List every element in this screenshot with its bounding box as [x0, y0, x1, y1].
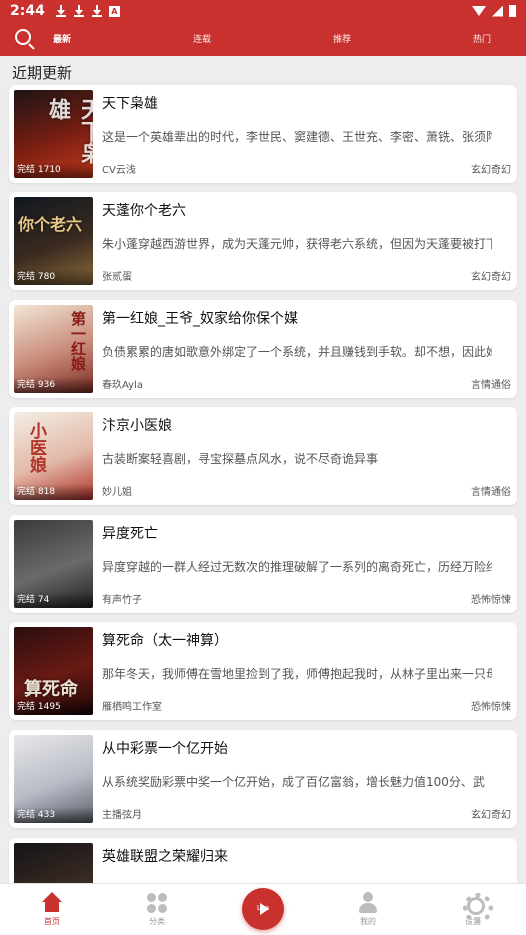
play-icon	[260, 903, 269, 915]
book-author: 妙儿姐	[102, 487, 132, 498]
book-card[interactable]: 天下枭雄 完结 1710 天下枭雄 这是一个英雄辈出的时代，李世民、窦建德、王世…	[9, 85, 517, 183]
tab-settings[interactable]: 设置	[443, 892, 503, 927]
book-genre: 言情通俗	[471, 380, 511, 391]
book-author: CV云浅	[102, 165, 136, 176]
book-description: 古装断案轻喜剧，寻宝探墓点风水，说不尽奇诡异事	[102, 452, 379, 466]
book-author: 春玖Ayla	[102, 380, 143, 391]
book-title: 异度死亡	[102, 526, 158, 542]
book-genre: 言情通俗	[471, 487, 511, 498]
notification-a-icon: A	[108, 5, 120, 17]
status-bar: 2:44 A	[0, 0, 526, 22]
book-title: 第一红娘_王爷_奴家给你保个媒	[102, 311, 298, 327]
book-card[interactable]: 完结 74 异度死亡 异度穿越的一群人经过无数次的推理破解了一系列的离奇死亡，历…	[9, 515, 517, 613]
cover-art-text: 你个老六	[18, 215, 83, 234]
completed-badge: 完结 74	[14, 592, 93, 608]
book-description: 朱小蓬穿越西游世界，成为天蓬元帅，获得老六系统，但因为天蓬要被打下	[102, 237, 492, 251]
book-card[interactable]: 算死命 完结 1495 算死命（太一神算） 那年冬天，我师傅在雪地里捡到了我，师…	[9, 622, 517, 720]
book-cover: 你个老六 完结 780	[14, 197, 93, 285]
book-title: 天蓬你个老六	[102, 203, 186, 219]
completed-badge: 完结 780	[14, 269, 93, 285]
category-grid-icon	[146, 892, 168, 914]
cover-art-text: 算死命	[24, 679, 78, 700]
completed-badge: 完结 936	[14, 377, 93, 393]
completed-badge: 完结 1710	[14, 162, 93, 178]
book-cover: 完结 74	[14, 520, 93, 608]
tab-home[interactable]: 首页	[22, 892, 82, 927]
tab-serializing[interactable]: 连载	[193, 32, 211, 45]
status-indicators	[472, 5, 516, 17]
book-cover: 算死命 完结 1495	[14, 627, 93, 715]
tab-recommended[interactable]: 推荐	[333, 32, 351, 45]
book-description: 负债累累的唐如歌意外绑定了一个系统，并且赚钱到手软。却不想，因此她	[102, 345, 492, 359]
status-time: 2:44	[10, 3, 45, 19]
book-title: 汴京小医娘	[102, 418, 172, 434]
book-cover: 完结 433	[14, 735, 93, 823]
user-icon	[357, 892, 379, 914]
section-title: 近期更新	[12, 64, 73, 82]
book-description: 这是一个英雄辈出的时代，李世民、窦建德、王世充、李密、萧铣、张须陀	[102, 130, 492, 144]
book-card[interactable]: 你个老六 完结 780 天蓬你个老六 朱小蓬穿越西游世界，成为天蓬元帅，获得老六…	[9, 192, 517, 290]
gear-icon	[462, 892, 493, 923]
book-cover: 天下枭雄 完结 1710	[14, 90, 93, 178]
download-icon	[73, 5, 85, 17]
download-icon	[91, 5, 103, 17]
book-cover: 小医娘 完结 818	[14, 412, 93, 500]
book-cover: 第一红娘 完结 936	[14, 305, 93, 393]
download-icon	[55, 5, 67, 17]
book-genre: 玄幻奇幻	[471, 272, 511, 283]
book-title: 天下枭雄	[102, 96, 158, 112]
tab-popular[interactable]: 热门	[473, 32, 491, 45]
book-genre: 玄幻奇幻	[471, 810, 511, 821]
top-nav: 最新 连载 推荐 热门	[0, 22, 526, 56]
tab-category-label: 分类	[149, 917, 165, 926]
book-author: 张贰蛋	[102, 272, 132, 283]
book-genre: 恐怖惊悚	[471, 595, 511, 606]
completed-badge: 完结 433	[14, 807, 93, 823]
tab-category[interactable]: 分类	[127, 892, 187, 927]
bottom-tab-bar: 首页 分类 Lea 我的 设置	[0, 883, 526, 935]
completed-badge: 完结 1495	[14, 699, 93, 715]
search-icon[interactable]	[14, 28, 36, 50]
home-icon	[41, 892, 63, 914]
book-description: 异度穿越的一群人经过无数次的推理破解了一系列的离奇死亡，历经万险终	[102, 560, 492, 574]
book-card[interactable]: 第一红娘 完结 936 第一红娘_王爷_奴家给你保个媒 负债累累的唐如歌意外绑定…	[9, 300, 517, 398]
book-genre: 玄幻奇幻	[471, 165, 511, 176]
center-play-button[interactable]: Lea	[242, 888, 284, 930]
book-description: 那年冬天，我师傅在雪地里捡到了我，师傅抱起我时，从林子里出来一只母	[102, 667, 492, 681]
tab-home-label: 首页	[44, 917, 60, 926]
book-title: 算死命（太一神算）	[102, 633, 228, 649]
cover-art-text: 小医娘	[26, 422, 46, 473]
book-card[interactable]: 小医娘 完结 818 汴京小医娘 古装断案轻喜剧，寻宝探墓点风水，说不尽奇诡异事…	[9, 407, 517, 505]
book-genre: 恐怖惊悚	[471, 702, 511, 713]
tab-mine[interactable]: 我的	[338, 892, 398, 927]
signal-icon	[492, 5, 503, 17]
tab-latest[interactable]: 最新	[53, 32, 71, 45]
book-title: 英雄联盟之荣耀归来	[102, 849, 228, 865]
book-title: 从中彩票一个亿开始	[102, 741, 228, 757]
book-author: 主播弦月	[102, 810, 142, 821]
completed-badge: 完结 818	[14, 484, 93, 500]
book-card[interactable]: 完结 433 从中彩票一个亿开始 从系统奖励彩票中奖一个亿开始，成了百亿富翁，增…	[9, 730, 517, 828]
wifi-icon	[472, 6, 486, 16]
book-author: 雁栖鸣工作室	[102, 702, 162, 713]
book-description: 从系统奖励彩票中奖一个亿开始，成了百亿富翁，增长魅力值100分、武	[102, 775, 485, 789]
book-author: 有声竹子	[102, 595, 142, 606]
battery-icon	[509, 5, 516, 17]
tab-mine-label: 我的	[360, 917, 376, 926]
cover-art-text: 第一红娘	[69, 311, 87, 371]
